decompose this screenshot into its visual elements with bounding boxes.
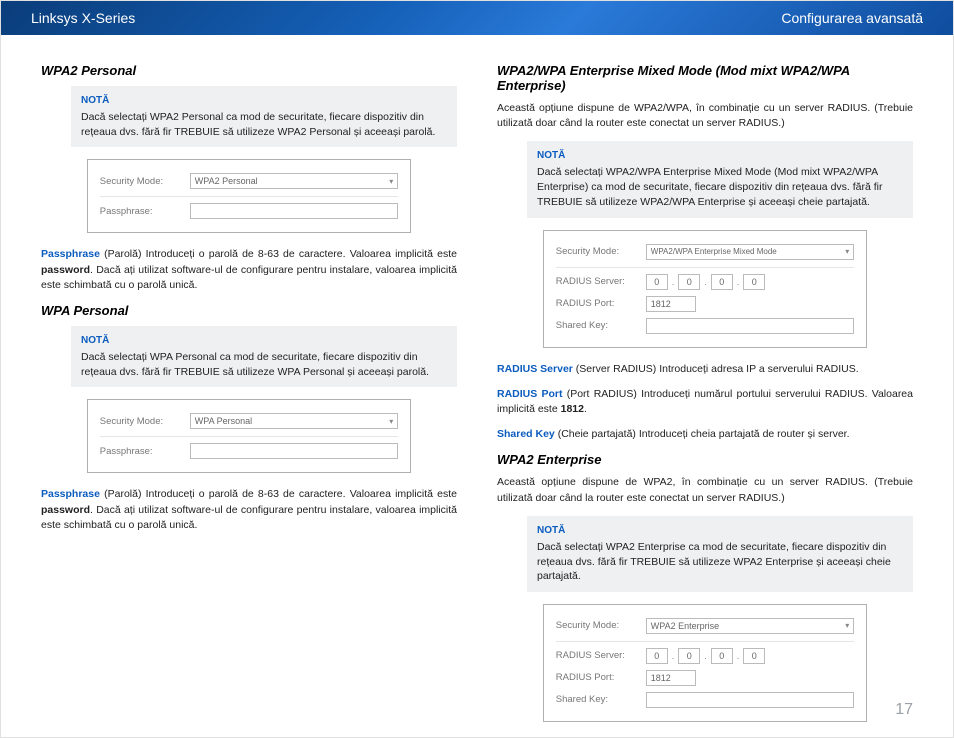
ip-octet[interactable]: 0 — [646, 648, 668, 664]
note-label: NOTĂ — [81, 334, 447, 348]
note-box: NOTĂ Dacă selectați WPA2 Enterprise ca m… — [527, 516, 913, 592]
radius-ip-group: 0. 0. 0. 0 — [646, 274, 854, 290]
radius-port-row: RADIUS Port: 1812 — [556, 293, 854, 315]
settings-panel-wpa-personal: Security Mode: WPA Personal Passphrase: — [87, 399, 411, 473]
passphrase-row: Passphrase: — [100, 196, 398, 222]
left-column: WPA2 Personal NOTĂ Dacă selectați WPA2 P… — [41, 63, 457, 736]
header-section: Configurarea avansată — [781, 10, 923, 26]
security-mode-select[interactable]: WPA Personal — [190, 413, 398, 429]
intro-text: Această opțiune dispune de WPA2/WPA, în … — [497, 101, 913, 131]
section-wpa2-personal: WPA2 Personal NOTĂ Dacă selectați WPA2 P… — [41, 63, 457, 293]
note-box: NOTĂ Dacă selectați WPA2/WPA Enterprise … — [527, 141, 913, 217]
radius-ip-group: 0. 0. 0. 0 — [646, 648, 854, 664]
document-page: Linksys X-Series Configurarea avansată W… — [0, 0, 954, 738]
security-mode-label: Security Mode: — [100, 176, 190, 187]
shared-key-label: Shared Key: — [556, 320, 646, 331]
note-text: Dacă selectați WPA Personal ca mod de se… — [81, 351, 429, 378]
passphrase-label: Passphrase: — [100, 206, 190, 217]
header-product: Linksys X-Series — [31, 10, 135, 26]
settings-panel-mixed: Security Mode: WPA2/WPA Enterprise Mixed… — [543, 230, 867, 348]
ip-octet[interactable]: 0 — [743, 648, 765, 664]
security-mode-select[interactable]: WPA2 Enterprise — [646, 618, 854, 634]
security-mode-row: Security Mode: WPA Personal — [100, 410, 398, 432]
passphrase-row: Passphrase: — [100, 436, 398, 462]
shared-key-desc: Shared Key (Cheie partajată) Introduceți… — [497, 427, 913, 442]
security-mode-label: Security Mode: — [556, 620, 646, 631]
radius-port-input[interactable]: 1812 — [646, 670, 696, 686]
passphrase-description: Passphrase (Parolă) Introduceți o parolă… — [41, 247, 457, 293]
security-mode-select[interactable]: WPA2 Personal — [190, 173, 398, 189]
passphrase-description: Passphrase (Parolă) Introduceți o parolă… — [41, 487, 457, 533]
heading-wpa-personal: WPA Personal — [41, 303, 457, 318]
security-mode-label: Security Mode: — [100, 416, 190, 427]
right-column: WPA2/WPA Enterprise Mixed Mode (Mod mixt… — [497, 63, 913, 736]
note-label: NOTĂ — [537, 149, 903, 163]
radius-server-row: RADIUS Server: 0. 0. 0. 0 — [556, 641, 854, 667]
ip-octet[interactable]: 0 — [678, 648, 700, 664]
radius-port-row: RADIUS Port: 1812 — [556, 667, 854, 689]
settings-panel-wpa2-ent: Security Mode: WPA2 Enterprise RADIUS Se… — [543, 604, 867, 722]
shared-key-label: Shared Key: — [556, 694, 646, 705]
note-box: NOTĂ Dacă selectați WPA Personal ca mod … — [71, 326, 457, 387]
security-mode-row: Security Mode: WPA2 Personal — [100, 170, 398, 192]
heading-mixed-mode: WPA2/WPA Enterprise Mixed Mode (Mod mixt… — [497, 63, 913, 93]
ip-octet[interactable]: 0 — [711, 648, 733, 664]
section-wpa-personal: WPA Personal NOTĂ Dacă selectați WPA Per… — [41, 303, 457, 533]
page-number: 17 — [895, 701, 913, 719]
security-mode-select[interactable]: WPA2/WPA Enterprise Mixed Mode — [646, 244, 854, 260]
security-mode-row: Security Mode: WPA2/WPA Enterprise Mixed… — [556, 241, 854, 263]
kw-passphrase: Passphrase — [41, 488, 100, 500]
radius-port-desc: RADIUS Port (Port RADIUS) Introduceți nu… — [497, 387, 913, 417]
section-mixed-mode: WPA2/WPA Enterprise Mixed Mode (Mod mixt… — [497, 63, 913, 442]
note-label: NOTĂ — [537, 524, 903, 538]
kw-passphrase: Passphrase — [41, 248, 100, 260]
intro-text: Această opțiune dispune de WPA2, în comb… — [497, 475, 913, 505]
note-box: NOTĂ Dacă selectați WPA2 Personal ca mod… — [71, 86, 457, 147]
page-header: Linksys X-Series Configurarea avansată — [1, 1, 953, 35]
ip-octet[interactable]: 0 — [711, 274, 733, 290]
note-text: Dacă selectați WPA2 Personal ca mod de s… — [81, 111, 435, 138]
radius-server-row: RADIUS Server: 0. 0. 0. 0 — [556, 267, 854, 293]
heading-wpa2-enterprise: WPA2 Enterprise — [497, 452, 913, 467]
note-text: Dacă selectați WPA2/WPA Enterprise Mixed… — [537, 166, 883, 207]
ip-octet[interactable]: 0 — [678, 274, 700, 290]
ip-octet[interactable]: 0 — [646, 274, 668, 290]
security-mode-row: Security Mode: WPA2 Enterprise — [556, 615, 854, 637]
note-text: Dacă selectați WPA2 Enterprise ca mod de… — [537, 541, 891, 582]
ip-octet[interactable]: 0 — [743, 274, 765, 290]
radius-port-label: RADIUS Port: — [556, 672, 646, 683]
shared-key-row: Shared Key: — [556, 689, 854, 711]
radius-port-label: RADIUS Port: — [556, 298, 646, 309]
shared-key-input[interactable] — [646, 692, 854, 708]
content-area: WPA2 Personal NOTĂ Dacă selectați WPA2 P… — [1, 35, 953, 736]
passphrase-input[interactable] — [190, 443, 398, 459]
note-label: NOTĂ — [81, 94, 447, 108]
heading-wpa2-personal: WPA2 Personal — [41, 63, 457, 78]
passphrase-label: Passphrase: — [100, 446, 190, 457]
settings-panel-wpa2-personal: Security Mode: WPA2 Personal Passphrase: — [87, 159, 411, 233]
shared-key-input[interactable] — [646, 318, 854, 334]
radius-server-label: RADIUS Server: — [556, 650, 646, 661]
section-wpa2-enterprise: WPA2 Enterprise Această opțiune dispune … — [497, 452, 913, 722]
radius-server-label: RADIUS Server: — [556, 276, 646, 287]
radius-port-input[interactable]: 1812 — [646, 296, 696, 312]
radius-server-desc: RADIUS Server (Server RADIUS) Introduceț… — [497, 362, 913, 377]
passphrase-input[interactable] — [190, 203, 398, 219]
shared-key-row: Shared Key: — [556, 315, 854, 337]
security-mode-label: Security Mode: — [556, 246, 646, 257]
